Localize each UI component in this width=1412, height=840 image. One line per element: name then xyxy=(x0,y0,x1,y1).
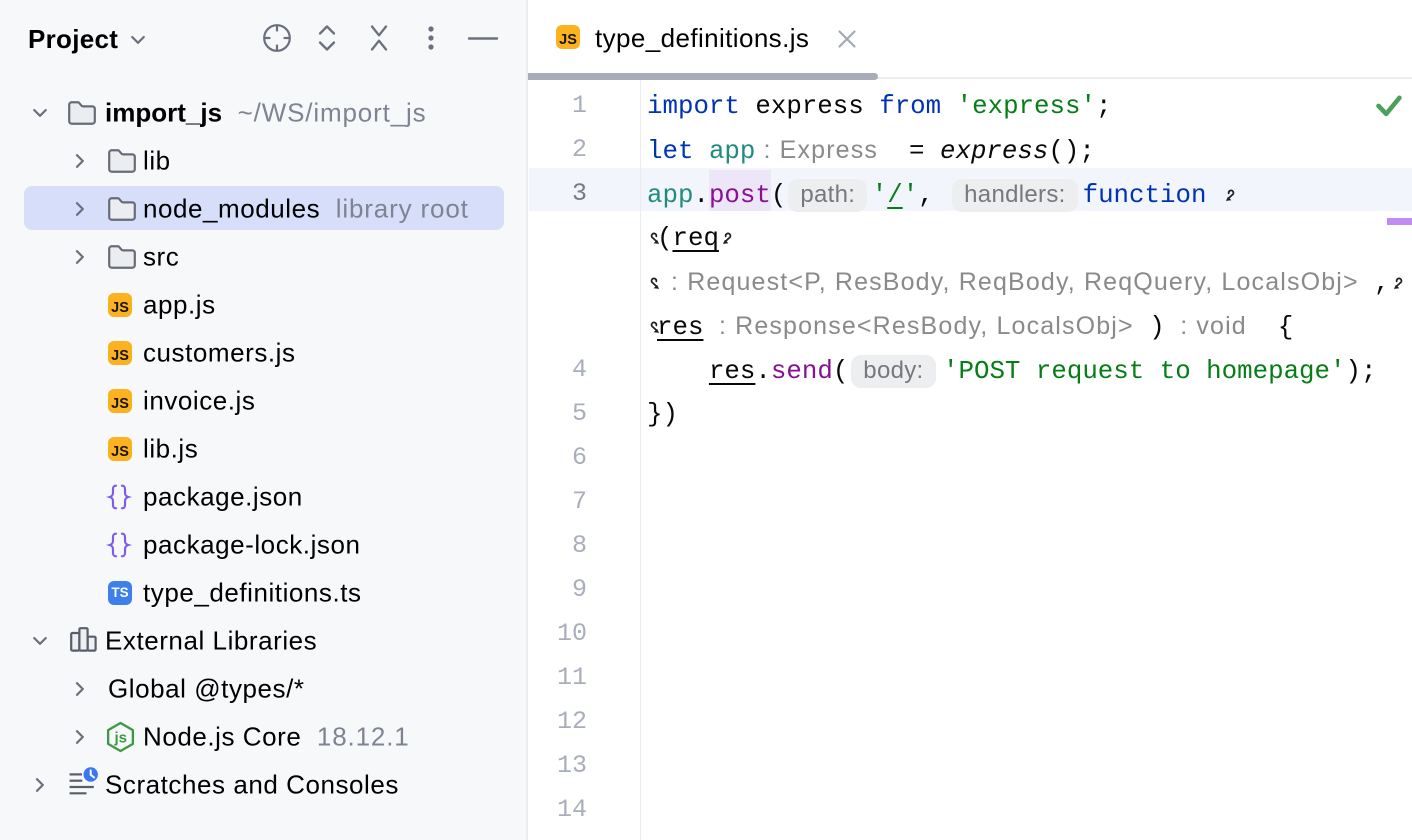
svg-text:js: js xyxy=(113,730,127,747)
